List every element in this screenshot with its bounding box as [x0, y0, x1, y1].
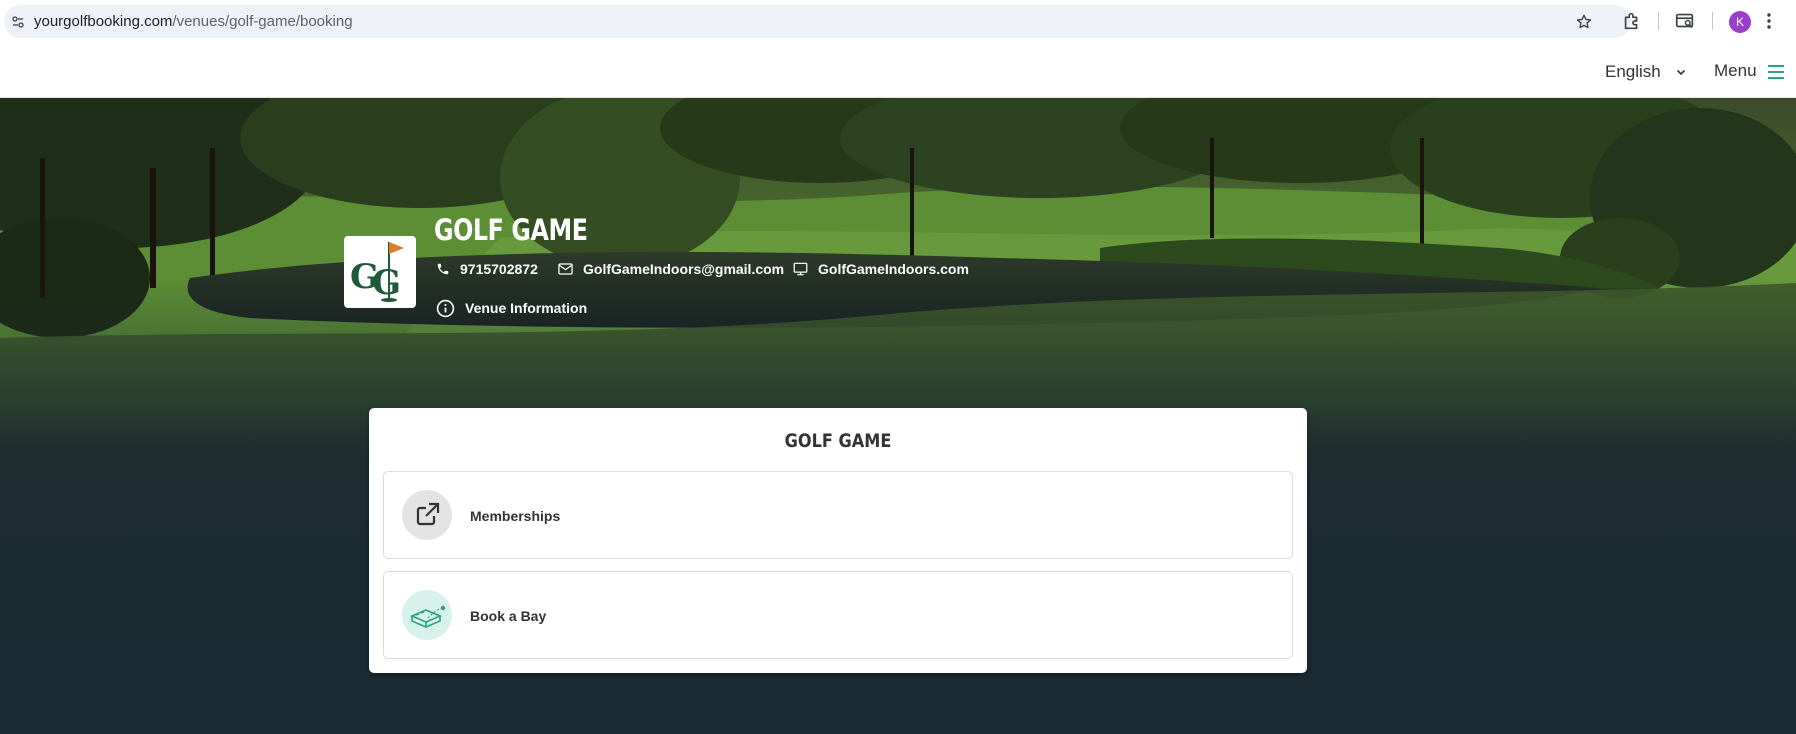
chevron-down-icon[interactable] — [1675, 66, 1687, 78]
profile-avatar[interactable]: K — [1729, 11, 1751, 33]
memberships-label: Memberships — [470, 508, 561, 524]
url-path: /venues/golf-game/booking — [172, 13, 353, 30]
website-url: GolfGameIndoors.com — [818, 261, 969, 277]
browser-toolbar: yourgolfbooking.com/venues/golf-game/boo… — [0, 0, 1796, 44]
book-a-bay-option[interactable]: Book a Bay — [383, 571, 1293, 659]
address-bar[interactable]: yourgolfbooking.com/venues/golf-game/boo… — [4, 5, 1631, 38]
golf-game-logo-icon: G G — [350, 242, 404, 303]
monitor-icon — [793, 262, 808, 276]
venue-website[interactable]: GolfGameIndoors.com — [793, 259, 969, 279]
venue-logo: G G — [344, 236, 416, 308]
phone-number: 9715702872 — [460, 261, 538, 277]
mail-icon — [558, 263, 573, 275]
info-icon — [436, 299, 455, 317]
venue-phone[interactable]: 9715702872 — [436, 259, 538, 279]
browser-menu-icon[interactable] — [1766, 11, 1772, 31]
booking-options-card: GOLF GAME Memberships Book a Bay — [369, 408, 1307, 673]
url-domain: yourgolfbooking.com — [34, 13, 173, 30]
venue-name-heading: GOLF GAME — [434, 213, 588, 247]
venue-email[interactable]: GolfGameIndoors@gmail.com — [558, 259, 784, 279]
venue-information-link[interactable]: Venue Information — [436, 298, 587, 318]
hamburger-menu-icon[interactable] — [1766, 62, 1786, 82]
phone-icon — [437, 263, 449, 275]
language-selector[interactable]: English — [1605, 62, 1661, 82]
external-link-icon — [402, 490, 452, 540]
bookmark-star-icon[interactable] — [1575, 13, 1593, 31]
toolbar-divider — [1658, 12, 1659, 30]
toolbar-divider — [1712, 12, 1713, 30]
site-header: English Menu — [0, 44, 1796, 98]
book-a-bay-label: Book a Bay — [470, 608, 547, 624]
golf-bay-icon — [402, 590, 452, 640]
venue-information-label: Venue Information — [465, 300, 588, 316]
site-info-icon[interactable] — [12, 16, 24, 28]
card-title: GOLF GAME — [784, 430, 892, 452]
memberships-option[interactable]: Memberships — [383, 471, 1293, 559]
url-text[interactable]: yourgolfbooking.com/venues/golf-game/boo… — [34, 13, 353, 30]
extensions-icon[interactable] — [1621, 10, 1643, 32]
email-address: GolfGameIndoors@gmail.com — [583, 261, 785, 277]
logo-letter-g2: G — [372, 263, 401, 303]
tab-search-icon[interactable] — [1674, 10, 1696, 32]
menu-label[interactable]: Menu — [1714, 61, 1757, 81]
